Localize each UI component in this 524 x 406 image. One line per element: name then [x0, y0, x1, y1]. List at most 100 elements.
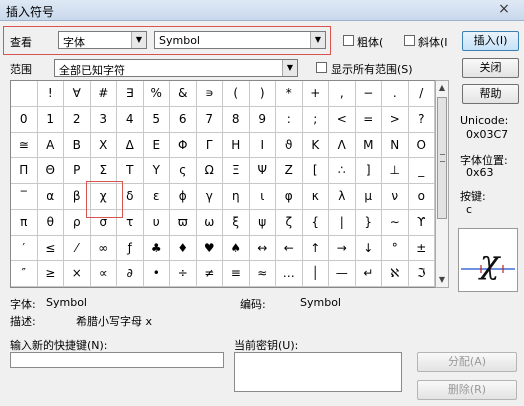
symbol-cell[interactable]: …: [276, 261, 303, 287]
symbol-cell[interactable]: ♥: [196, 235, 223, 262]
symbol-cell[interactable]: υ: [143, 209, 170, 236]
symbol-cell[interactable]: ≥: [37, 261, 64, 287]
symbol-cell[interactable]: ι: [249, 184, 276, 210]
scroll-thumb[interactable]: [437, 97, 447, 219]
symbol-cell[interactable]: Ε: [143, 132, 170, 159]
symbol-cell[interactable]: Φ: [170, 132, 197, 159]
symbol-cell[interactable]: Λ: [329, 132, 356, 159]
symbol-cell[interactable]: μ: [355, 184, 382, 210]
symbol-cell[interactable]: Κ: [302, 132, 329, 159]
symbol-cell[interactable]: |: [329, 209, 356, 236]
symbol-cell[interactable]: ⊥: [382, 158, 409, 184]
symbol-cell[interactable]: Ι: [249, 132, 276, 159]
assign-button[interactable]: 分配(A): [417, 352, 517, 372]
symbol-cell[interactable]: ≡: [223, 261, 250, 287]
symbol-cell[interactable]: 1: [37, 106, 64, 133]
symbol-cell[interactable]: 2: [64, 106, 91, 133]
close-button[interactable]: 关闭: [462, 58, 519, 78]
symbol-cell[interactable]: :: [276, 106, 303, 133]
symbol-cell[interactable]: ↓: [355, 235, 382, 262]
symbol-cell[interactable]: ): [249, 81, 276, 107]
remove-button[interactable]: 删除(R): [417, 380, 517, 400]
symbol-cell[interactable]: (: [223, 81, 250, 107]
symbol-cell[interactable]: •: [143, 261, 170, 287]
symbol-cell[interactable]: ν: [382, 184, 409, 210]
symbol-cell[interactable]: Δ: [117, 132, 144, 159]
symbol-cell[interactable]: →: [329, 235, 356, 262]
symbol-cell[interactable]: ς: [170, 158, 197, 184]
symbol-cell[interactable]: 7: [196, 106, 223, 133]
insert-button[interactable]: 插入(I): [462, 31, 519, 51]
symbol-cell[interactable]: ,: [329, 81, 356, 107]
symbol-cell[interactable]: ♠: [223, 235, 250, 262]
font-dropdown[interactable]: Symbol ▼: [154, 31, 326, 49]
range-dropdown[interactable]: 全部已知字符 ▼: [54, 59, 298, 77]
symbol-cell[interactable]: ≅: [11, 132, 38, 159]
symbol-cell[interactable]: Θ: [37, 158, 64, 184]
symbol-cell[interactable]: 0: [11, 106, 38, 133]
scroll-down-icon[interactable]: ▼: [436, 273, 448, 287]
symbol-cell[interactable]: Π: [11, 158, 38, 184]
symbol-cell[interactable]: [: [302, 158, 329, 184]
symbol-cell[interactable]: {: [302, 209, 329, 236]
symbol-cell[interactable]: ε: [143, 184, 170, 210]
symbol-cell[interactable]: ∼: [382, 209, 409, 236]
symbol-cell[interactable]: ζ: [276, 209, 303, 236]
symbol-cell[interactable]: η: [223, 184, 250, 210]
symbol-cell[interactable]: π: [11, 209, 38, 236]
symbol-cell[interactable]: ∂: [117, 261, 144, 287]
symbol-cell[interactable]: 4: [117, 106, 144, 133]
italic-checkbox[interactable]: [404, 35, 415, 46]
symbol-cell[interactable]: γ: [196, 184, 223, 210]
symbol-cell[interactable]: ∴: [329, 158, 356, 184]
symbol-cell[interactable]: ″: [11, 261, 38, 287]
symbol-cell[interactable]: ο: [408, 184, 435, 210]
symbol-cell[interactable]: ϕ: [170, 184, 197, 210]
symbol-cell[interactable]: ≠: [196, 261, 223, 287]
symbol-cell[interactable]: ∀: [64, 81, 91, 107]
filter-dropdown[interactable]: 字体 ▼: [58, 31, 147, 49]
symbol-cell[interactable]: [11, 81, 38, 107]
scroll-up-icon[interactable]: ▲: [436, 81, 448, 95]
symbol-cell[interactable]: θ: [37, 209, 64, 236]
symbol-cell[interactable]: ≈: [249, 261, 276, 287]
show-all-checkbox[interactable]: [316, 62, 327, 73]
symbol-cell[interactable]: ∃: [117, 81, 144, 107]
symbol-cell[interactable]: ←: [276, 235, 303, 262]
symbol-cell[interactable]: λ: [329, 184, 356, 210]
symbol-cell[interactable]: ×: [64, 261, 91, 287]
symbol-cell[interactable]: !: [37, 81, 64, 107]
help-button[interactable]: 帮助: [462, 84, 519, 104]
symbol-cell[interactable]: Ο: [408, 132, 435, 159]
symbol-cell[interactable]: ϑ: [276, 132, 303, 159]
symbol-cell[interactable]: —: [329, 261, 356, 287]
symbol-cell[interactable]: ]: [355, 158, 382, 184]
symbol-cell[interactable]: Ω: [196, 158, 223, 184]
symbol-cell[interactable]: Ψ: [249, 158, 276, 184]
symbol-cell[interactable]: ↑: [302, 235, 329, 262]
symbol-cell[interactable]: .: [382, 81, 409, 107]
symbol-cell[interactable]: ;: [302, 106, 329, 133]
symbol-cell[interactable]: ⁄: [64, 235, 91, 262]
symbol-cell[interactable]: ∞: [90, 235, 117, 262]
symbol-cell[interactable]: Ζ: [276, 158, 303, 184]
symbol-cell[interactable]: 6: [170, 106, 197, 133]
symbol-cell[interactable]: ‾: [11, 184, 38, 210]
symbol-cell[interactable]: −: [355, 81, 382, 107]
symbol-cell[interactable]: ω: [196, 209, 223, 236]
symbol-cell[interactable]: Υ: [143, 158, 170, 184]
symbol-cell[interactable]: *: [276, 81, 303, 107]
symbol-cell[interactable]: Γ: [196, 132, 223, 159]
grid-scrollbar[interactable]: ▲ ▼: [435, 80, 449, 288]
symbol-cell[interactable]: ?: [408, 106, 435, 133]
symbol-cell[interactable]: │: [302, 261, 329, 287]
symbol-cell[interactable]: Χ: [90, 132, 117, 159]
symbol-cell[interactable]: ϖ: [170, 209, 197, 236]
symbol-cell[interactable]: °: [382, 235, 409, 262]
symbol-cell[interactable]: ƒ: [117, 235, 144, 262]
symbol-cell[interactable]: φ: [276, 184, 303, 210]
symbol-cell[interactable]: %: [143, 81, 170, 107]
symbol-cell[interactable]: +: [302, 81, 329, 107]
symbol-cell[interactable]: Α: [37, 132, 64, 159]
symbol-cell[interactable]: <: [329, 106, 356, 133]
